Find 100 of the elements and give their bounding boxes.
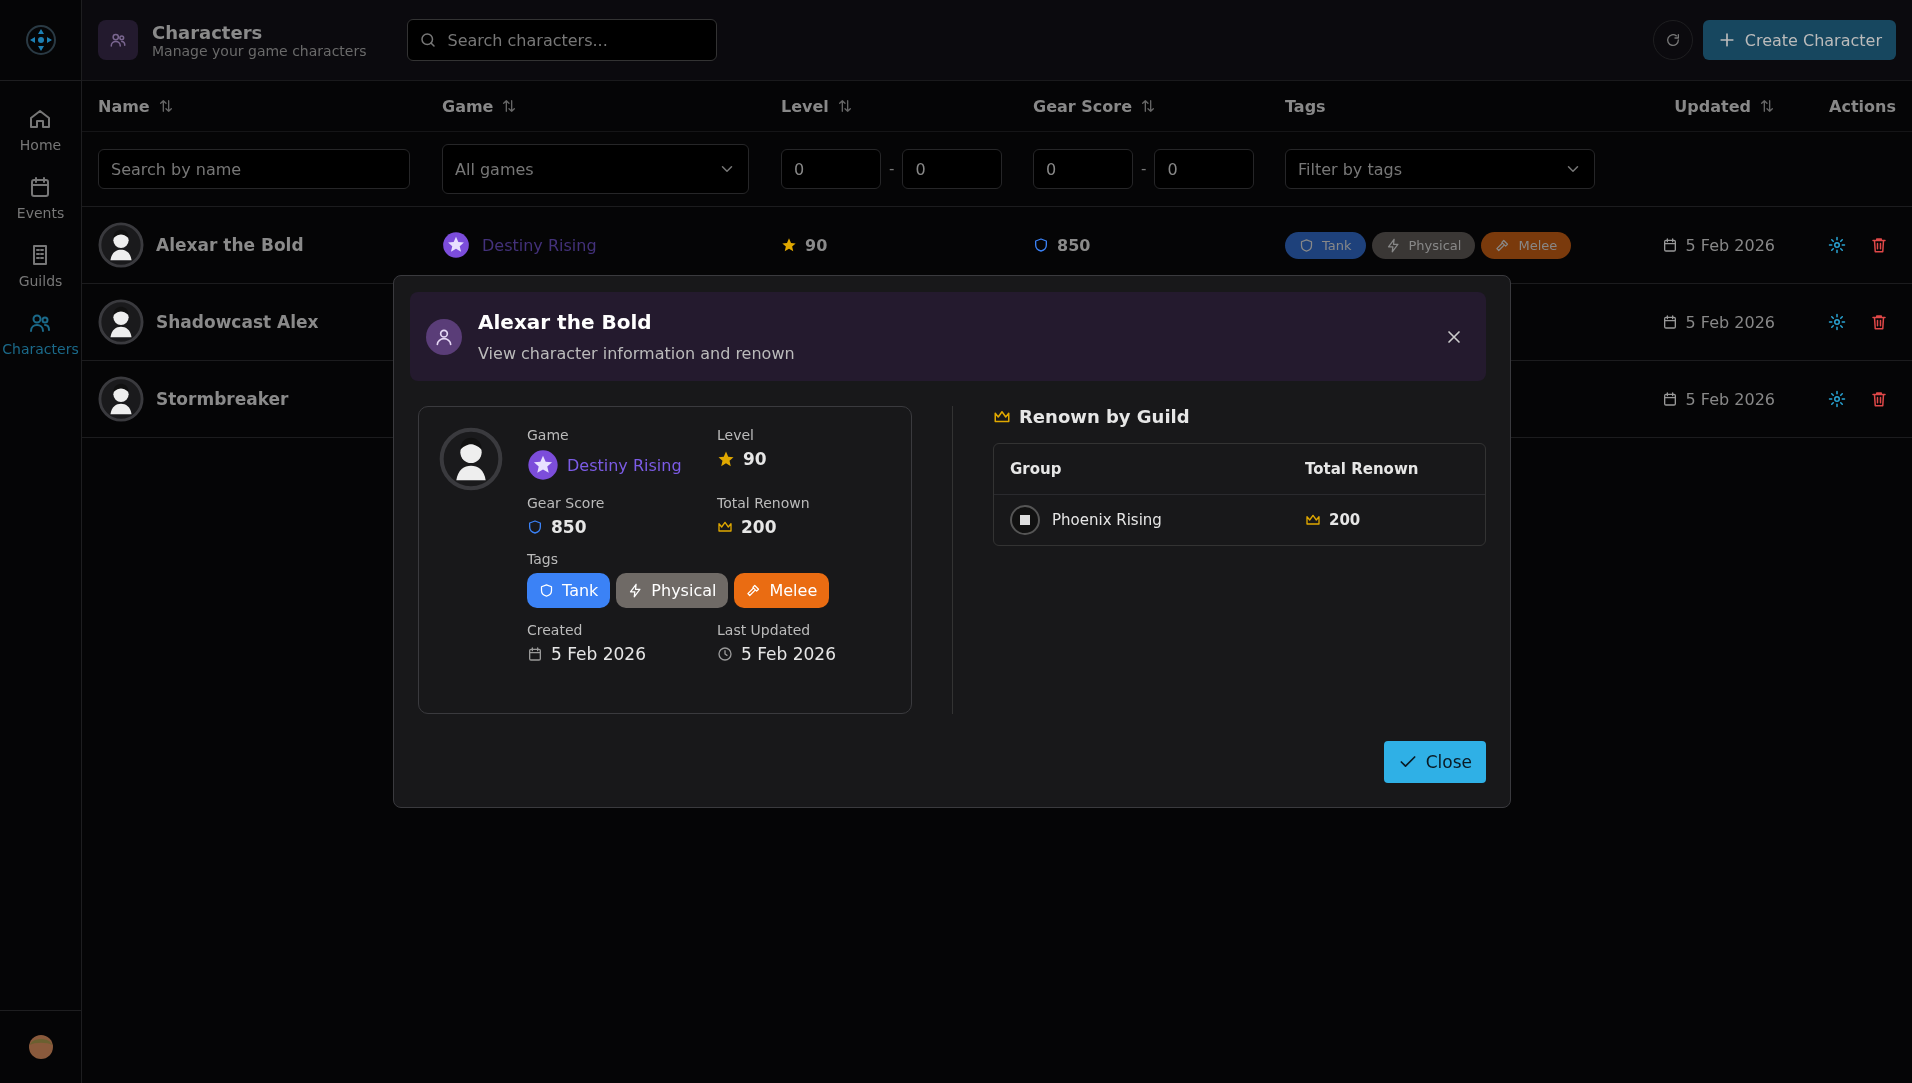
min-field[interactable]: 0 — [781, 149, 881, 189]
column-header[interactable]: Gear Score — [1033, 96, 1132, 116]
star-icon — [717, 450, 735, 468]
game-icon — [527, 449, 559, 481]
trash-icon — [1870, 390, 1888, 408]
column-header[interactable]: Level — [781, 96, 829, 116]
logo-icon — [24, 24, 57, 56]
shield-icon — [1033, 237, 1049, 253]
shield-icon — [1299, 237, 1314, 253]
close-button[interactable]: Close — [1383, 741, 1486, 783]
tag: Physical — [616, 573, 729, 608]
tag: Physical — [1371, 231, 1476, 259]
tags-dropdown[interactable]: Filter by tags — [1285, 149, 1595, 189]
character-name: Stormbreaker — [156, 389, 289, 409]
created-date: 5 Feb 2026 — [551, 644, 646, 664]
star-icon — [781, 237, 797, 253]
tag: Melee — [734, 573, 830, 608]
nav-item[interactable]: Guilds — [2, 239, 79, 293]
user-avatar-icon[interactable] — [26, 1033, 55, 1061]
avatar-icon — [439, 427, 503, 491]
delete-button[interactable] — [1870, 390, 1888, 408]
updated-date: 5 Feb 2026 — [741, 644, 836, 664]
renown-value: 200 — [741, 517, 777, 537]
column-header: Group — [1010, 460, 1063, 478]
sort-icon — [157, 98, 174, 114]
create-button[interactable]: Create Character — [1702, 20, 1896, 60]
column-header: Actions — [1829, 96, 1896, 116]
range-separator: - — [889, 160, 895, 178]
level-value: 90 — [743, 449, 767, 469]
refresh-icon — [1664, 32, 1681, 48]
settings-icon — [1828, 313, 1846, 331]
people-icon — [109, 31, 127, 49]
field-label: Level — [717, 427, 755, 443]
settings-icon — [1828, 236, 1846, 254]
calendar-icon — [1661, 391, 1678, 407]
settings-button[interactable] — [1828, 390, 1846, 408]
sort-icon — [501, 98, 518, 114]
home-icon — [28, 107, 53, 131]
delete-button[interactable] — [1870, 313, 1888, 331]
updated-date: 5 Feb 2026 — [1685, 312, 1775, 332]
column-header: Total Renown — [1305, 460, 1420, 478]
sort-icon — [1759, 98, 1775, 114]
hammer-icon — [746, 583, 762, 598]
max-field[interactable]: 0 — [902, 149, 1003, 189]
character-name: Shadowcast Alex — [156, 312, 319, 332]
tag: Tank — [527, 573, 611, 608]
clock-icon — [717, 646, 733, 662]
character-name: Alexar the Bold — [156, 235, 304, 255]
crown-icon — [717, 519, 733, 535]
settings-button[interactable] — [1828, 236, 1846, 254]
sort-icon — [836, 98, 853, 114]
crown-icon — [1305, 512, 1321, 528]
hammer-icon — [1495, 237, 1511, 253]
gear-score-value: 850 — [1057, 235, 1091, 255]
updated-date: 5 Feb 2026 — [1685, 389, 1775, 409]
renown-value: 200 — [1329, 511, 1361, 529]
tag: Melee — [1481, 231, 1572, 259]
settings-button[interactable] — [1828, 313, 1846, 331]
tag: Tank — [1285, 231, 1366, 259]
field-label: Total Renown — [717, 495, 811, 511]
max-field[interactable]: 0 — [1154, 149, 1255, 189]
game-link[interactable]: Destiny Rising — [567, 455, 682, 475]
nav-item[interactable]: Home — [2, 103, 79, 157]
column-header[interactable]: Updated — [1674, 96, 1751, 116]
search-field[interactable]: Search characters... — [406, 19, 717, 61]
field-label: Created — [527, 622, 584, 638]
gear-score-value: 850 — [551, 517, 587, 537]
field-label: Game — [527, 427, 570, 443]
bolt-icon — [1385, 237, 1401, 253]
trash-icon — [1870, 236, 1888, 254]
range-separator: - — [1141, 160, 1147, 178]
trash-icon — [1870, 313, 1888, 331]
game-icon — [442, 231, 470, 259]
avatar-icon — [98, 299, 144, 345]
game-dropdown[interactable]: All games — [442, 144, 749, 194]
level-value: 90 — [805, 235, 828, 255]
delete-button[interactable] — [1870, 236, 1888, 254]
page-subtitle: Manage your game characters — [152, 42, 367, 59]
guild-name: Phoenix Rising — [1052, 511, 1162, 529]
column-header[interactable]: Game — [442, 96, 494, 116]
page-title: Characters — [152, 21, 264, 43]
name-filter-field[interactable]: Search by name — [98, 149, 410, 189]
dialog-subtitle: View character information and renown — [478, 344, 795, 363]
calendar-icon — [1661, 237, 1678, 253]
nav-item[interactable]: Characters — [2, 307, 79, 361]
avatar-icon — [98, 376, 144, 422]
guild-icon — [1010, 505, 1040, 535]
settings-icon — [1828, 390, 1846, 408]
dialog-title: Alexar the Bold — [478, 310, 653, 334]
calendar-icon — [1661, 314, 1678, 330]
min-field[interactable]: 0 — [1033, 149, 1133, 189]
avatar-icon — [98, 222, 144, 268]
nav-item[interactable]: Events — [2, 171, 79, 225]
column-header[interactable]: Name — [98, 96, 150, 116]
section-heading: Renown by Guild — [1019, 406, 1190, 427]
shield-icon — [539, 583, 554, 598]
updated-date: 5 Feb 2026 — [1685, 235, 1775, 255]
field-label: Gear Score — [527, 495, 606, 511]
shield-icon — [527, 519, 543, 535]
field-label: Last Updated — [717, 622, 812, 638]
